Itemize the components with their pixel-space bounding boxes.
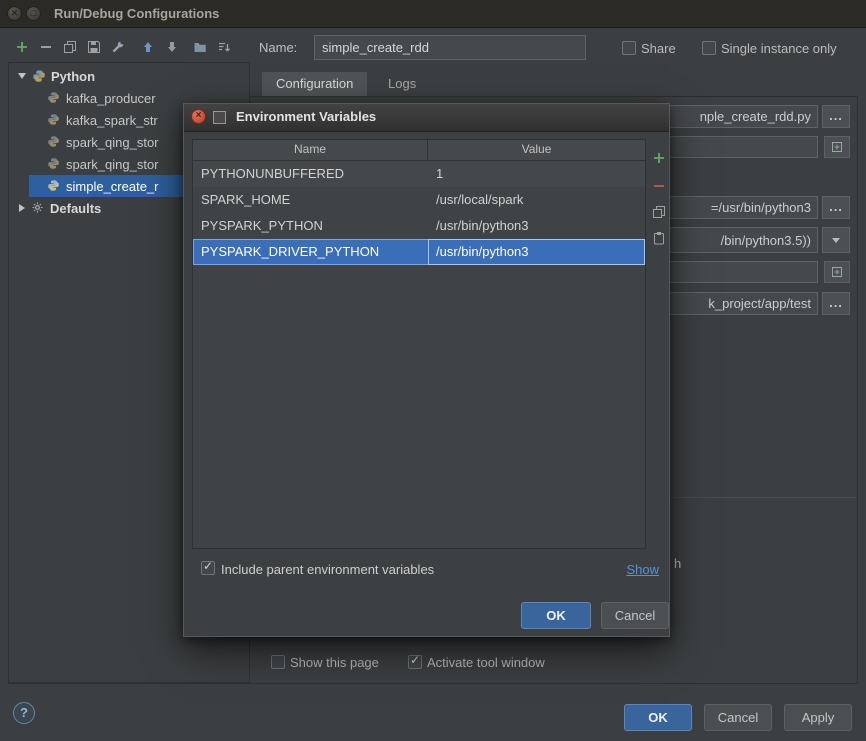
ok-button[interactable]: OK (624, 704, 692, 731)
column-header-value[interactable]: Value (428, 140, 645, 160)
chevron-down-icon[interactable] (18, 73, 26, 79)
window-title: Run/Debug Configurations (54, 6, 220, 21)
tab-logs[interactable]: Logs (374, 72, 430, 96)
env-value: /usr/bin/python3 (428, 239, 645, 265)
python-run-config-icon (47, 157, 61, 171)
env-name: PYSPARK_PYTHON (201, 218, 323, 233)
python-run-config-icon (47, 135, 61, 149)
move-down-icon[interactable] (162, 37, 182, 57)
tab-configuration[interactable]: Configuration (262, 72, 368, 96)
insert-macro-icon (832, 267, 842, 277)
dialog-titlebar: Environment Variables (184, 104, 669, 132)
share-label: Share (641, 41, 676, 56)
tree-item-label: simple_create_r (66, 178, 159, 194)
python-run-config-icon (47, 113, 61, 127)
add-icon[interactable] (12, 37, 32, 57)
panel-right-border (857, 96, 858, 684)
insert-macro-button[interactable] (824, 136, 850, 158)
activate-tool-window-label: Activate tool window (427, 655, 545, 670)
save-icon[interactable] (84, 37, 104, 57)
help-button[interactable]: ? (13, 702, 35, 724)
window-maximize-icon[interactable]: □ (26, 6, 41, 21)
tree-node-python[interactable]: Python (9, 65, 249, 87)
dialog-title: Environment Variables (236, 109, 377, 124)
tree-node-label: Defaults (50, 200, 102, 216)
env-value: /usr/local/spark (436, 192, 524, 207)
run-debug-configurations-window: ✕ □ Run/Debug Configurations Name: Share… (0, 0, 866, 741)
panel-bottom-border (8, 683, 858, 684)
clipped-label: h (674, 556, 682, 571)
script-path-value: nple_create_rdd.py (699, 109, 811, 124)
env-value: /usr/bin/python3 (436, 218, 529, 233)
apply-button[interactable]: Apply (784, 704, 852, 731)
activate-tool-window-checkbox[interactable] (408, 653, 422, 669)
python-run-config-icon (47, 91, 61, 105)
interpreter-dropdown-button[interactable] (822, 227, 850, 253)
paste-icon[interactable] (650, 229, 668, 247)
new-folder-icon[interactable] (190, 37, 210, 57)
tree-item-label: kafka_spark_str (66, 112, 158, 128)
dialog-ok-button[interactable]: OK (521, 602, 591, 629)
table-header: Name Value (193, 140, 645, 161)
tree-item-label: spark_qing_stor (66, 134, 159, 150)
tree-node-label: Python (51, 68, 96, 84)
share-checkbox[interactable] (622, 41, 636, 55)
chevron-down-icon (832, 237, 840, 243)
table-row[interactable]: SPARK_HOME /usr/local/spark (193, 187, 645, 213)
copy-icon[interactable] (60, 37, 80, 57)
working-directory-browse-button[interactable]: ... (822, 292, 850, 315)
interpreter-options-browse-button[interactable]: ... (822, 196, 850, 219)
tree-item-label: spark_qing_stor (66, 156, 159, 172)
include-parent-checkbox[interactable] (201, 559, 215, 575)
python-icon (32, 69, 46, 83)
window-close-icon[interactable]: ✕ (7, 6, 22, 21)
table-row[interactable]: PYTHONUNBUFFERED 1 (193, 161, 645, 187)
name-label: Name: (259, 40, 298, 55)
remove-variable-icon[interactable] (650, 177, 668, 195)
python-run-config-icon (47, 179, 61, 193)
working-directory-value: k_project/app/test (708, 296, 811, 311)
interpreter-value: /bin/python3.5)) (720, 232, 811, 248)
column-header-name[interactable]: Name (193, 140, 428, 160)
interpreter-options-value: =/usr/bin/python3 (710, 200, 811, 215)
show-this-page-checkbox[interactable] (271, 655, 285, 669)
table-row-selected[interactable]: PYSPARK_DRIVER_PYTHON /usr/bin/python3 (193, 239, 645, 265)
add-variable-icon[interactable] (650, 149, 668, 167)
show-this-page-label: Show this page (290, 655, 379, 670)
insert-macro-icon (832, 142, 842, 152)
gear-icon (31, 201, 45, 215)
single-instance-checkbox[interactable] (702, 41, 716, 55)
env-name: PYSPARK_DRIVER_PYTHON (201, 244, 380, 259)
dialog-close-icon[interactable] (191, 109, 206, 124)
table-row[interactable]: PYSPARK_PYTHON /usr/bin/python3 (193, 213, 645, 239)
chevron-right-icon[interactable] (19, 204, 25, 212)
env-variables-table: Name Value PYTHONUNBUFFERED 1 SPARK_HOME… (192, 139, 646, 549)
dialog-cancel-button[interactable]: Cancel (601, 602, 669, 629)
env-name: SPARK_HOME (201, 192, 291, 207)
tree-item-label: kafka_producer (66, 90, 156, 106)
script-browse-button[interactable]: ... (822, 105, 850, 128)
environment-variables-dialog: Environment Variables Name Value PYTHONU… (183, 103, 670, 637)
show-link[interactable]: Show (626, 562, 659, 577)
sort-icon[interactable] (214, 37, 234, 57)
window-titlebar: ✕ □ Run/Debug Configurations (0, 0, 866, 28)
name-input[interactable] (314, 35, 586, 60)
copy-icon[interactable] (650, 203, 668, 221)
tab-divider (250, 96, 858, 97)
include-parent-label: Include parent environment variables (221, 562, 435, 577)
env-name: PYTHONUNBUFFERED (201, 166, 345, 181)
insert-macro-button[interactable] (824, 261, 850, 283)
single-instance-label: Single instance only (721, 41, 837, 56)
edit-defaults-icon[interactable] (108, 37, 128, 57)
dialog-app-icon (213, 111, 226, 124)
remove-icon[interactable] (36, 37, 56, 57)
move-up-icon[interactable] (138, 37, 158, 57)
cancel-button[interactable]: Cancel (704, 704, 772, 731)
env-value: 1 (436, 166, 444, 181)
